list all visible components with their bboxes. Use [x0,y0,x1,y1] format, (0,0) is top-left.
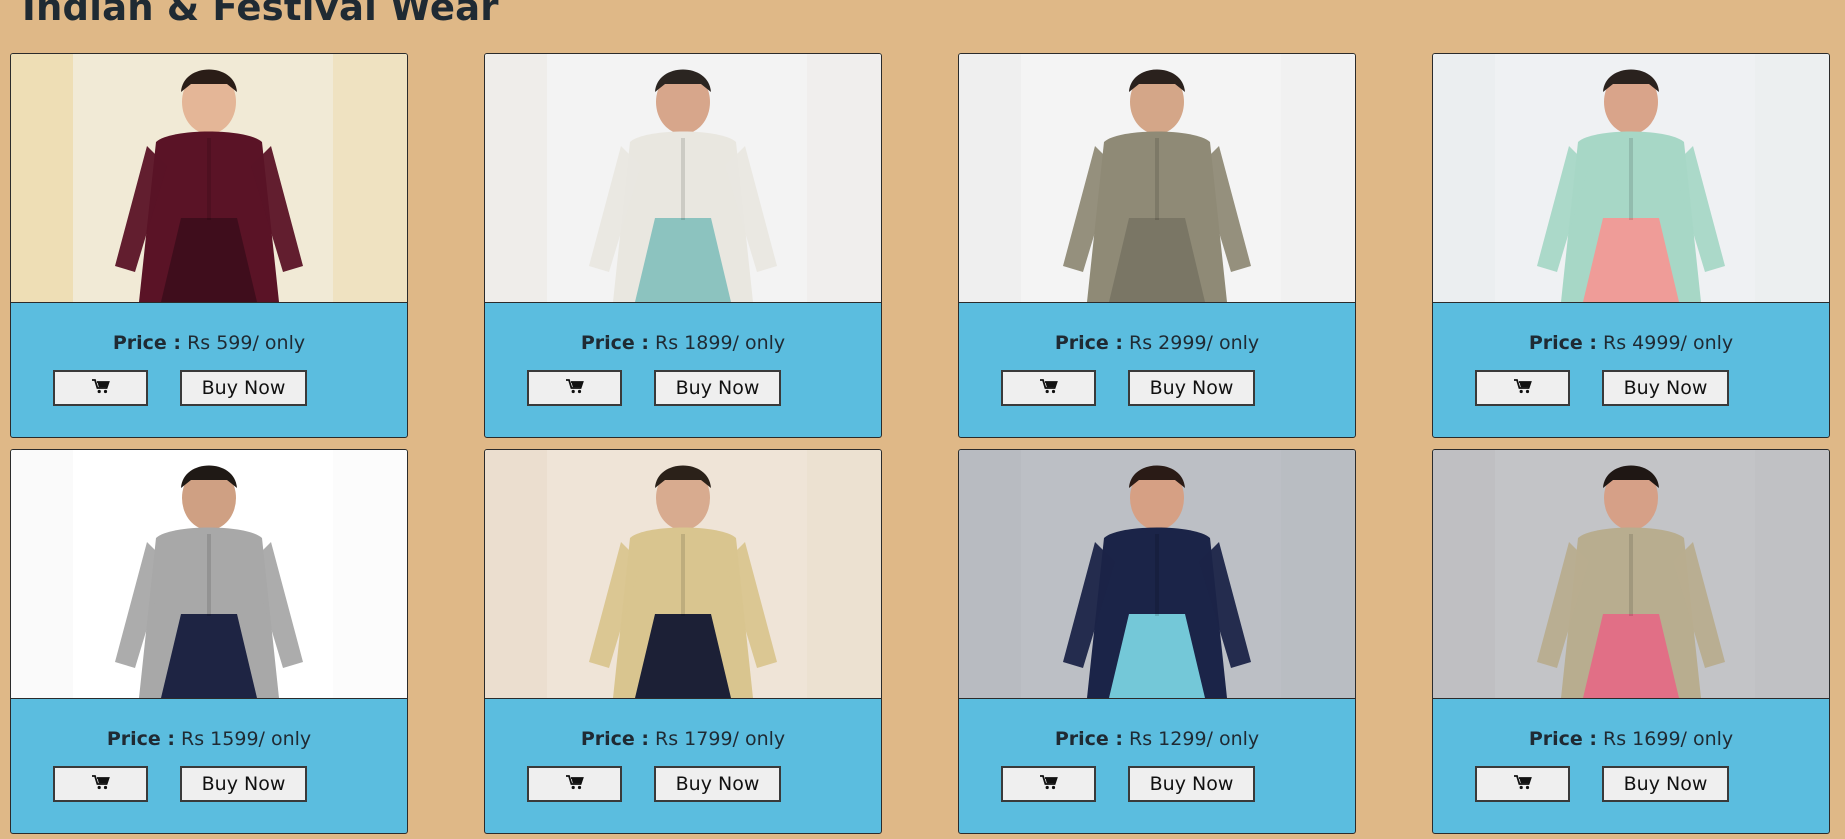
price-label: Price : [1528,332,1597,354]
price-label: Price : [1528,728,1597,750]
cart-icon [565,378,585,398]
product-card: Price : Rs 2999/ only Buy Now [958,53,1356,438]
button-row: Buy Now [1475,766,1729,802]
cart-icon [1039,774,1059,794]
price-value: Rs 2999/ only [1129,332,1260,354]
product-card: Price : Rs 1299/ only Buy Now [958,449,1356,834]
buy-now-button[interactable]: Buy Now [180,766,307,802]
card-body: Price : Rs 4999/ only Buy Now [1433,303,1829,437]
button-row: Buy Now [527,370,781,406]
product-card: Price : Rs 599/ only Buy Now [10,53,408,438]
price-line: Price : Rs 2999/ only [1055,332,1259,354]
price-value: Rs 4999/ only [1603,332,1734,354]
price-line: Price : Rs 4999/ only [1529,332,1733,354]
card-body: Price : Rs 1599/ only Buy Now [11,699,407,833]
add-to-cart-button[interactable] [53,766,148,802]
price-label: Price : [1054,728,1123,750]
product-grid: Price : Rs 599/ only Buy Now Price: Rs … [10,53,1830,834]
product-card: Price : Rs 1899/ only Buy Now [484,53,882,438]
buy-now-button[interactable]: Buy Now [654,766,781,802]
product-card: Price : Rs 4999/ only Buy Now [1432,53,1830,438]
price-label: Price : [580,728,649,750]
price-value: Rs 1299/ only [1129,728,1260,750]
product-image[interactable] [1433,450,1829,699]
product-image[interactable] [11,450,407,699]
price-value: Rs 1899/ only [655,332,786,354]
card-body: Price : Rs 599/ only Buy Now [11,303,407,437]
button-row: Buy Now [1475,370,1729,406]
cart-icon [1513,378,1533,398]
button-row: Buy Now [1001,766,1255,802]
price-value: Rs 1599/ only [181,728,312,750]
add-to-cart-button[interactable] [527,370,622,406]
cart-icon [1039,378,1059,398]
buy-now-button[interactable]: Buy Now [1602,766,1729,802]
price-line: Price : Rs 599/ only [113,332,305,354]
product-card: Price : Rs 1599/ only Buy Now [10,449,408,834]
product-image[interactable] [959,450,1355,699]
buy-now-button[interactable]: Buy Now [654,370,781,406]
add-to-cart-button[interactable] [1001,766,1096,802]
card-body: Price : Rs 1799/ only Buy Now [485,699,881,833]
cart-icon [1513,774,1533,794]
add-to-cart-button[interactable] [53,370,148,406]
price-line: Price : Rs 1699/ only [1529,728,1733,750]
price-label: Price : [106,728,175,750]
add-to-cart-button[interactable] [1475,370,1570,406]
price-value: Rs 599/ only [187,332,306,354]
card-body: Price : Rs 1299/ only Buy Now [959,699,1355,833]
add-to-cart-button[interactable] [1475,766,1570,802]
product-image[interactable] [485,450,881,699]
button-row: Buy Now [53,766,307,802]
card-body: Price : Rs 1699/ only Buy Now [1433,699,1829,833]
price-line: Price : Rs 1599/ only [107,728,311,750]
add-to-cart-button[interactable] [527,766,622,802]
cart-icon [91,378,111,398]
price-value: Rs 1699/ only [1603,728,1734,750]
product-image[interactable] [1433,54,1829,303]
button-row: Buy Now [53,370,307,406]
price-label: Price : [1054,332,1123,354]
product-image[interactable] [485,54,881,303]
product-card: Price : Rs 1699/ only Buy Now [1432,449,1830,834]
product-card: Price : Rs 1799/ only Buy Now [484,449,882,834]
price-line: Price : Rs 1299/ only [1055,728,1259,750]
card-body: Price : Rs 1899/ only Buy Now [485,303,881,437]
buy-now-button[interactable]: Buy Now [1602,370,1729,406]
price-line: Price : Rs 1899/ only [581,332,785,354]
card-body: Price : Rs 2999/ only Buy Now [959,303,1355,437]
add-to-cart-button[interactable] [1001,370,1096,406]
button-row: Buy Now [527,766,781,802]
price-line: Price : Rs 1799/ only [581,728,785,750]
buy-now-button[interactable]: Buy Now [180,370,307,406]
cart-icon [565,774,585,794]
buy-now-button[interactable]: Buy Now [1128,766,1255,802]
price-value: Rs 1799/ only [655,728,786,750]
buy-now-button[interactable]: Buy Now [1128,370,1255,406]
product-image[interactable] [11,54,407,303]
price-label: Price : [580,332,649,354]
price-label: Price : [112,332,182,354]
cart-icon [91,774,111,794]
button-row: Buy Now [1001,370,1255,406]
page-title: Indian & Festival Wear [22,0,499,29]
product-image[interactable] [959,54,1355,303]
